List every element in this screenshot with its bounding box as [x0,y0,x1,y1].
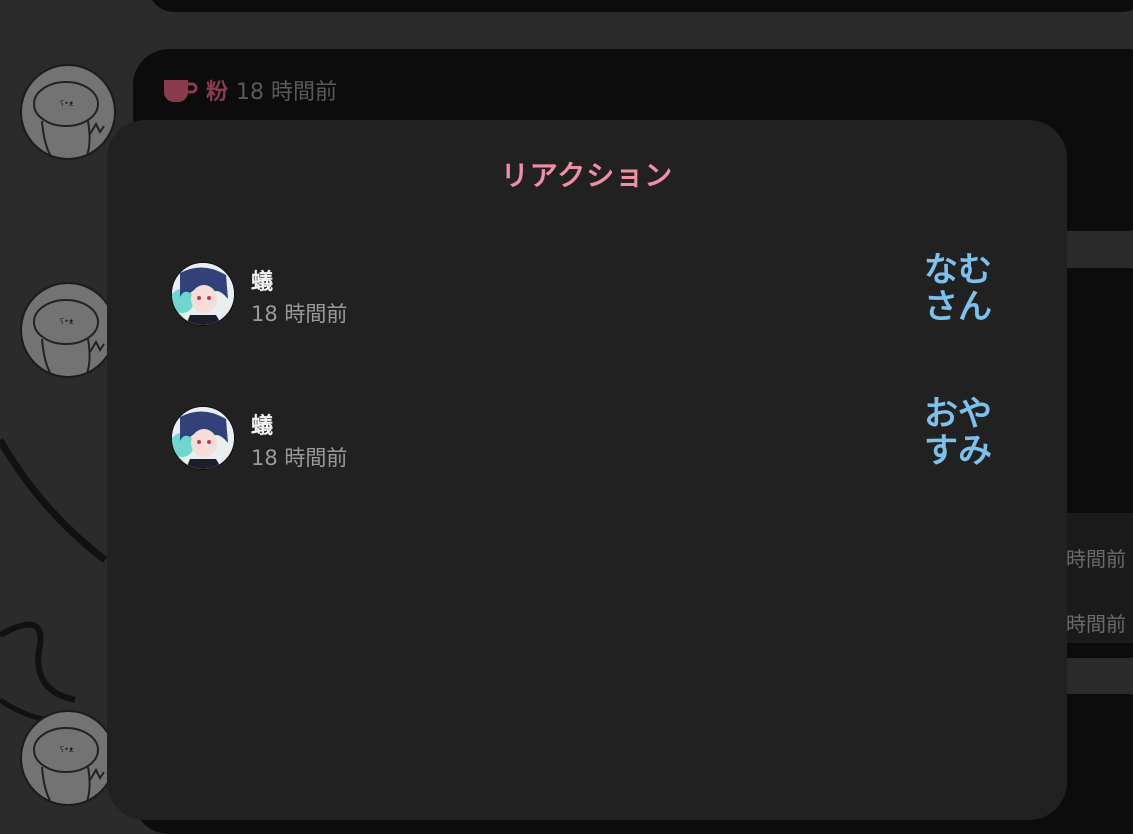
reaction-list-item[interactable]: 蟻 18 時間前 おや すみ [171,394,1003,484]
reaction-user-name[interactable]: 蟻 [251,264,273,296]
post-time: 18 時間前 [236,80,338,105]
anime-avatar-icon [172,407,234,469]
doodle-face-icon: ʕ•ᴥ [33,81,105,158]
reaction-emoji-line: さん [924,287,992,327]
reaction-time: 18 時間前 [251,302,348,326]
timeline-card [148,0,1133,12]
avatar[interactable]: ʕ•ᴥ [20,282,116,378]
reaction-emoji-line: おや [924,394,992,434]
user-avatar[interactable] [171,406,235,470]
svg-text:ʕ•ᴥ: ʕ•ᴥ [60,99,74,108]
doodle-face-icon: ʕ•ᴥ [33,727,105,804]
reaction-user-name[interactable]: 蟻 [251,408,273,440]
post-header: 粉 18 時間前 [162,74,337,106]
reaction-time: 18 時間前 [251,446,348,470]
cup-icon [164,80,198,102]
modal-title: リアクション [500,159,674,192]
user-avatar[interactable] [171,262,235,326]
avatar[interactable]: ʕ•ᴥ [20,64,116,160]
reactions-modal: リアクション 蟻 18 時間前 なむ さん 蟻 18 時間前 おや すみ [107,120,1067,820]
post-author-name[interactable]: 粉 [206,74,228,106]
reaction-list-item[interactable]: 蟻 18 時間前 なむ さん [171,250,1003,340]
reaction-emoji-line: なむ [924,250,992,290]
avatar[interactable]: ʕ•ᴥ [20,710,116,806]
doodle-face-icon: ʕ•ᴥ [33,299,105,376]
reaction-custom-emoji: なむ さん [913,252,1003,326]
svg-text:ʕ•ᴥ: ʕ•ᴥ [60,745,74,754]
post-time: 時間前 [1066,547,1126,571]
reaction-emoji-line: すみ [924,431,992,471]
reaction-custom-emoji: おや すみ [913,396,1003,470]
post-time: 時間前 [1066,612,1126,636]
svg-text:ʕ•ᴥ: ʕ•ᴥ [60,317,74,326]
anime-avatar-icon [172,263,234,325]
